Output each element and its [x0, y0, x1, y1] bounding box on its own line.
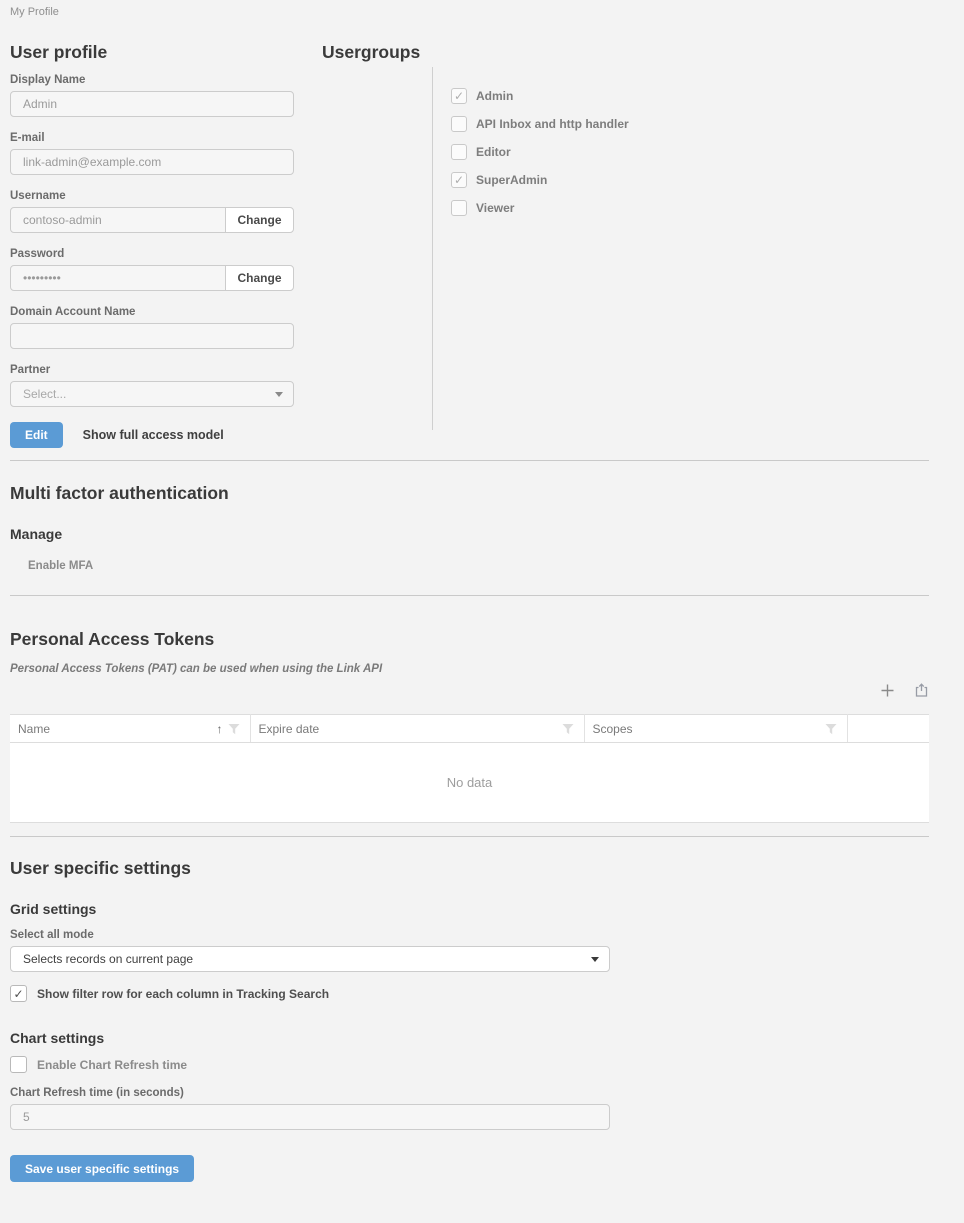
filter-icon[interactable]: [560, 721, 576, 737]
select-all-mode-value: Selects records on current page: [23, 952, 193, 966]
usergroup-checkbox-viewer[interactable]: ✓: [451, 200, 467, 216]
profile-and-groups-row: User profile Display Name E-mail Usernam…: [10, 41, 929, 448]
username-input[interactable]: [10, 207, 226, 233]
mfa-manage-subtitle: Manage: [10, 526, 929, 543]
usergroup-label: Viewer: [476, 201, 514, 215]
pat-table-body: No data: [10, 743, 929, 823]
pat-column-actions: [847, 715, 929, 743]
enable-chart-refresh-checkbox[interactable]: ✓: [10, 1056, 27, 1073]
select-all-mode-dropdown[interactable]: Selects records on current page: [10, 946, 610, 972]
usergroups-title: Usergroups: [322, 41, 929, 63]
filter-icon[interactable]: [226, 721, 242, 737]
checkmark-icon: ✓: [13, 988, 23, 1000]
enable-mfa-link[interactable]: Enable MFA: [28, 560, 93, 572]
change-username-button[interactable]: Change: [225, 207, 294, 233]
chevron-down-icon: [591, 957, 599, 962]
section-divider: [10, 595, 929, 596]
filter-row-checkbox[interactable]: ✓: [10, 985, 27, 1002]
password-label: Password: [10, 248, 294, 260]
display-name-label: Display Name: [10, 74, 294, 86]
pat-title: Personal Access Tokens: [10, 628, 929, 650]
show-full-access-model-link[interactable]: Show full access model: [83, 428, 224, 442]
export-icon[interactable]: [913, 682, 929, 698]
enable-chart-refresh-setting: ✓ Enable Chart Refresh time: [10, 1056, 929, 1073]
pat-description: Personal Access Tokens (PAT) can be used…: [10, 663, 929, 675]
domain-account-label: Domain Account Name: [10, 306, 294, 318]
usergroup-label: Editor: [476, 145, 511, 159]
section-divider: [10, 460, 929, 461]
display-name-input[interactable]: [10, 91, 294, 117]
checkmark-icon: ✓: [454, 174, 464, 186]
usergroup-item: ✓ Editor: [451, 144, 929, 160]
select-all-mode-label: Select all mode: [10, 929, 929, 941]
chart-refresh-time-label: Chart Refresh time (in seconds): [10, 1087, 929, 1099]
column-header-label: Name: [18, 722, 217, 736]
filter-icon[interactable]: [823, 721, 839, 737]
save-user-settings-button[interactable]: Save user specific settings: [10, 1155, 194, 1182]
edit-button[interactable]: Edit: [10, 422, 63, 448]
usergroup-label: Admin: [476, 89, 513, 103]
pat-column-expire-date[interactable]: Expire date: [250, 715, 584, 743]
usergroup-checkbox-editor[interactable]: ✓: [451, 144, 467, 160]
username-label: Username: [10, 190, 294, 202]
no-data-text: No data: [447, 775, 493, 790]
pat-toolbar: [10, 682, 929, 698]
usergroup-item: ✓ SuperAdmin: [451, 172, 929, 188]
usergroups-section: Usergroups ✓ Admin ✓ API Inbox and http …: [322, 41, 929, 430]
chart-refresh-time-input[interactable]: [10, 1104, 610, 1130]
column-header-label: Scopes: [593, 722, 823, 736]
pat-column-name[interactable]: Name ↑: [10, 715, 250, 743]
usergroup-checkbox-admin[interactable]: ✓: [451, 88, 467, 104]
domain-account-input[interactable]: [10, 323, 294, 349]
email-label: E-mail: [10, 132, 294, 144]
user-specific-settings-title: User specific settings: [10, 857, 929, 879]
partner-placeholder: Select...: [23, 387, 66, 401]
partner-label: Partner: [10, 364, 294, 376]
add-token-icon[interactable]: [879, 682, 895, 698]
partner-select[interactable]: Select...: [10, 381, 294, 407]
usergroup-item: ✓ Admin: [451, 88, 929, 104]
column-header-label: Expire date: [259, 722, 560, 736]
sort-asc-icon: ↑: [217, 722, 223, 736]
pat-column-scopes[interactable]: Scopes: [584, 715, 847, 743]
password-input[interactable]: [10, 265, 226, 291]
usergroup-label: SuperAdmin: [476, 173, 547, 187]
filter-row-label: Show filter row for each column in Track…: [37, 987, 329, 1001]
change-password-button[interactable]: Change: [225, 265, 294, 291]
username-group: Change: [10, 207, 294, 233]
pat-table: Name ↑ Expire date Scopes: [10, 714, 929, 743]
usergroup-checkbox-superadmin[interactable]: ✓: [451, 172, 467, 188]
chart-settings-title: Chart settings: [10, 1030, 929, 1047]
filter-row-setting: ✓ Show filter row for each column in Tra…: [10, 985, 929, 1002]
my-profile-page: My Profile User profile Display Name E-m…: [0, 0, 964, 1223]
enable-chart-refresh-label: Enable Chart Refresh time: [37, 1058, 187, 1072]
checkmark-icon: ✓: [454, 90, 464, 102]
usergroup-item: ✓ API Inbox and http handler: [451, 116, 929, 132]
email-input[interactable]: [10, 149, 294, 175]
mfa-title: Multi factor authentication: [10, 482, 929, 504]
profile-actions: Edit Show full access model: [10, 422, 294, 448]
usergroup-item: ✓ Viewer: [451, 200, 929, 216]
grid-settings-title: Grid settings: [10, 901, 929, 918]
usergroup-checkbox-api-inbox[interactable]: ✓: [451, 116, 467, 132]
breadcrumb[interactable]: My Profile: [10, 6, 929, 18]
usergroups-list: ✓ Admin ✓ API Inbox and http handler ✓ E…: [432, 67, 929, 430]
usergroup-label: API Inbox and http handler: [476, 117, 629, 131]
password-group: Change: [10, 265, 294, 291]
user-profile-title: User profile: [10, 41, 294, 63]
chevron-down-icon: [275, 392, 283, 397]
section-divider: [10, 836, 929, 837]
user-profile-section: User profile Display Name E-mail Usernam…: [10, 41, 294, 448]
